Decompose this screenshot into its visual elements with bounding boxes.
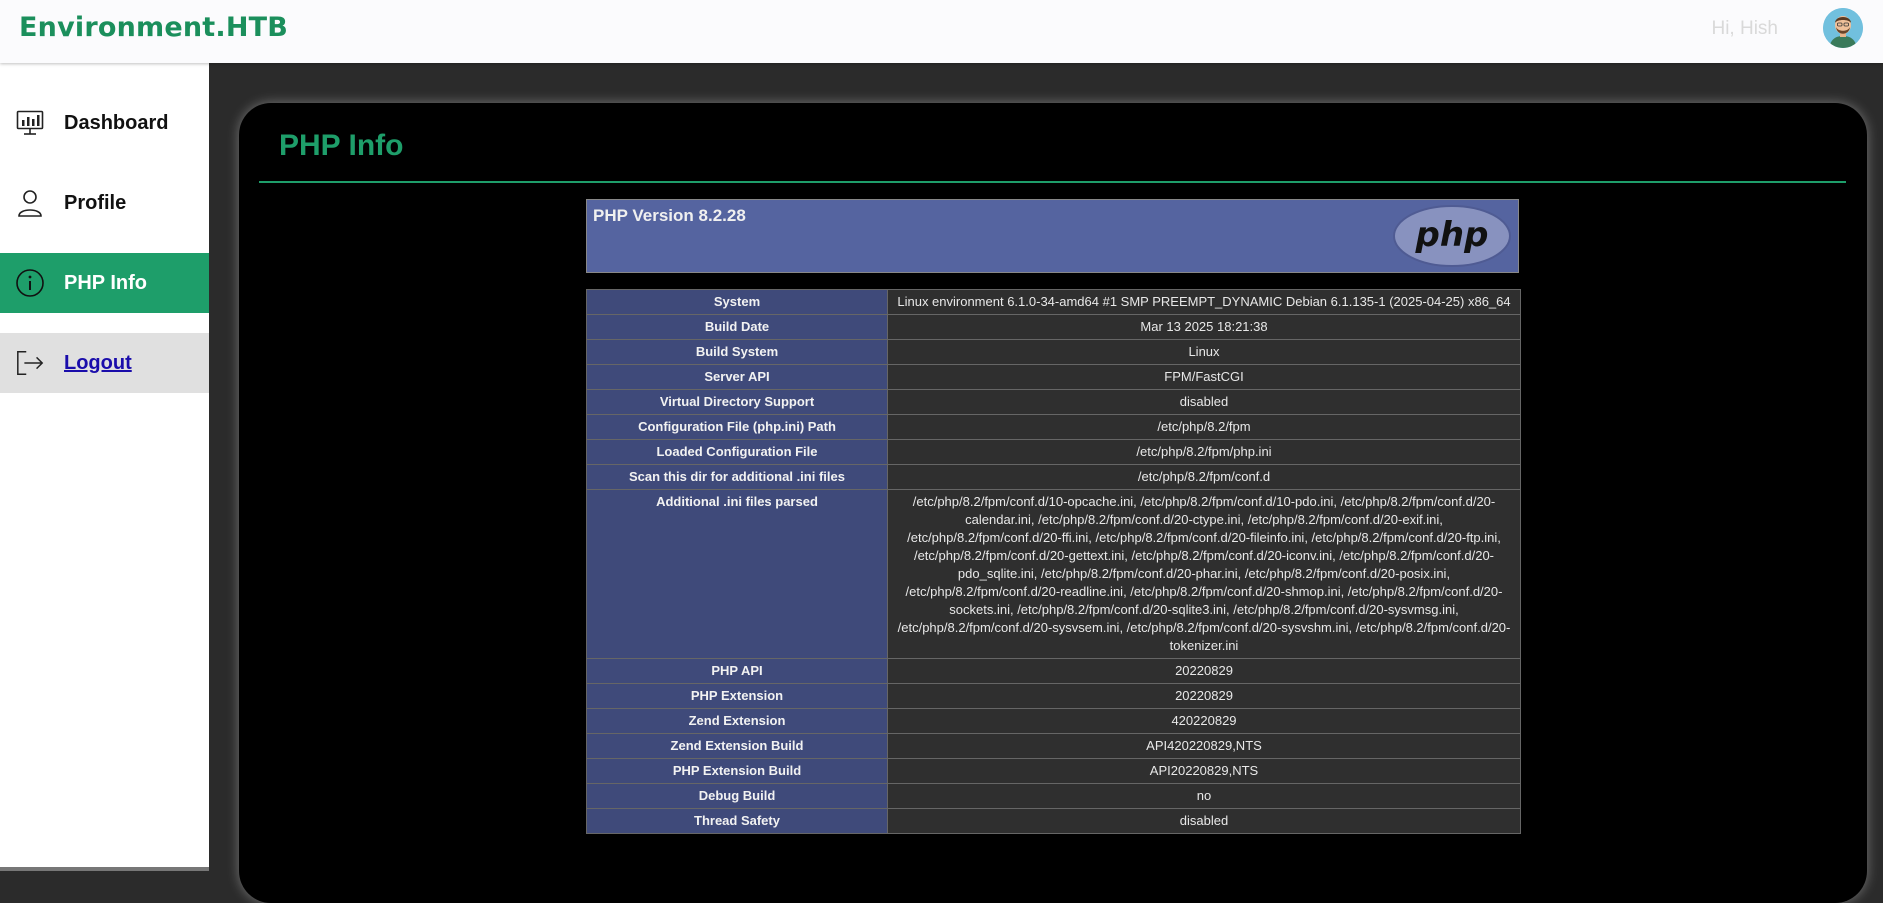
table-row: Zend Extension 420220829 bbox=[586, 708, 1521, 734]
row-key: Virtual Directory Support bbox=[586, 389, 888, 415]
php-logo-icon: php bbox=[1393, 205, 1511, 267]
row-value: /etc/php/8.2/fpm/conf.d bbox=[887, 464, 1521, 490]
phpinfo-table: System Linux environment 6.1.0-34-amd64 #… bbox=[586, 289, 1521, 834]
table-row: Build System Linux bbox=[586, 339, 1521, 365]
user-icon bbox=[15, 188, 45, 218]
row-value: 20220829 bbox=[887, 683, 1521, 709]
table-row: PHP Extension 20220829 bbox=[586, 683, 1521, 709]
row-value: /etc/php/8.2/fpm/php.ini bbox=[887, 439, 1521, 465]
logout-icon bbox=[15, 348, 45, 378]
sidebar-divider bbox=[0, 867, 209, 871]
dashboard-icon bbox=[15, 108, 45, 138]
info-icon bbox=[15, 268, 45, 298]
table-row: Loaded Configuration File/etc/php/8.2/fp… bbox=[586, 439, 1521, 465]
row-value: disabled bbox=[887, 808, 1521, 834]
table-row: PHP API 20220829 bbox=[586, 658, 1521, 684]
row-value: /etc/php/8.2/fpm/conf.d/10-opcache.ini, … bbox=[887, 489, 1521, 659]
table-row: Build Date Mar 13 2025 18:21:38 bbox=[586, 314, 1521, 340]
row-value: no bbox=[887, 783, 1521, 809]
row-value: Linux environment 6.1.0-34-amd64 #1 SMP … bbox=[887, 289, 1521, 315]
sidebar-item-label: PHP Info bbox=[64, 271, 147, 294]
sidebar-item-php-info[interactable]: PHP Info bbox=[0, 253, 209, 313]
table-row: Zend Extension Build API420220829,NTS bbox=[586, 733, 1521, 759]
row-key: Debug Build bbox=[586, 783, 888, 809]
php-logo-text: php bbox=[1415, 215, 1489, 255]
row-key: Server API bbox=[586, 364, 888, 390]
php-version-header: PHP Version 8.2.28 php bbox=[586, 199, 1519, 273]
table-row: PHP Extension Build API20220829,NTS bbox=[586, 758, 1521, 784]
row-key: Scan this dir for additional .ini files bbox=[586, 464, 888, 490]
table-row: System Linux environment 6.1.0-34-amd64 #… bbox=[586, 289, 1521, 315]
row-key: Zend Extension Build bbox=[586, 733, 888, 759]
sidebar-item-label: Profile bbox=[64, 191, 127, 214]
php-version: PHP Version 8.2.28 bbox=[593, 206, 746, 225]
row-key: Zend Extension bbox=[586, 708, 888, 734]
row-value: /etc/php/8.2/fpm bbox=[887, 414, 1521, 440]
row-value: disabled bbox=[887, 389, 1521, 415]
user-avatar-icon bbox=[1823, 8, 1863, 48]
row-value: FPM/FastCGI bbox=[887, 364, 1521, 390]
row-key: PHP Extension bbox=[586, 683, 888, 709]
row-key: Build Date bbox=[586, 314, 888, 340]
sidebar-item-logout[interactable]: Logout bbox=[0, 333, 209, 393]
avatar[interactable] bbox=[1823, 8, 1863, 48]
top-bar: Environment.HTB Hi, Hish bbox=[0, 0, 1883, 63]
brand-title[interactable]: Environment.HTB bbox=[19, 12, 288, 43]
row-key: System bbox=[586, 289, 888, 315]
main-panel: PHP Info PHP Version 8.2.28 php System Li… bbox=[239, 103, 1867, 903]
row-key: PHP API bbox=[586, 658, 888, 684]
row-value: API20220829,NTS bbox=[887, 758, 1521, 784]
sidebar-item-dashboard[interactable]: Dashboard bbox=[0, 83, 209, 163]
row-key: Additional .ini files parsed bbox=[586, 489, 888, 659]
page-title: PHP Info bbox=[279, 129, 404, 162]
table-row: Server API FPM/FastCGI bbox=[586, 364, 1521, 390]
row-value: API420220829,NTS bbox=[887, 733, 1521, 759]
row-value: Mar 13 2025 18:21:38 bbox=[887, 314, 1521, 340]
row-key: Build System bbox=[586, 339, 888, 365]
table-row: Configuration File (php.ini) Path/etc/ph… bbox=[586, 414, 1521, 440]
user-greeting: Hi, Hish bbox=[1711, 18, 1778, 39]
table-row: Debug Build no bbox=[586, 783, 1521, 809]
table-row: Scan this dir for additional .ini files /… bbox=[586, 464, 1521, 490]
row-key: Configuration File (php.ini) Path bbox=[586, 414, 888, 440]
logout-link[interactable]: Logout bbox=[64, 352, 132, 375]
sidebar: Dashboard Profile PHP Info Logout bbox=[0, 63, 209, 871]
table-row: Virtual Directory Support disabled bbox=[586, 389, 1521, 415]
sidebar-item-label: Dashboard bbox=[64, 111, 169, 134]
row-key: PHP Extension Build bbox=[586, 758, 888, 784]
row-key: Loaded Configuration File bbox=[586, 439, 888, 465]
table-row: Thread Safety disabled bbox=[586, 808, 1521, 834]
row-value: Linux bbox=[887, 339, 1521, 365]
row-key: Thread Safety bbox=[586, 808, 888, 834]
sidebar-item-profile[interactable]: Profile bbox=[0, 163, 209, 243]
phpinfo-content: PHP Version 8.2.28 php System Linux envir… bbox=[586, 199, 1521, 834]
row-value: 420220829 bbox=[887, 708, 1521, 734]
title-divider bbox=[259, 181, 1846, 183]
table-row: Additional .ini files parsed/etc/php/8.2… bbox=[586, 489, 1521, 659]
row-value: 20220829 bbox=[887, 658, 1521, 684]
